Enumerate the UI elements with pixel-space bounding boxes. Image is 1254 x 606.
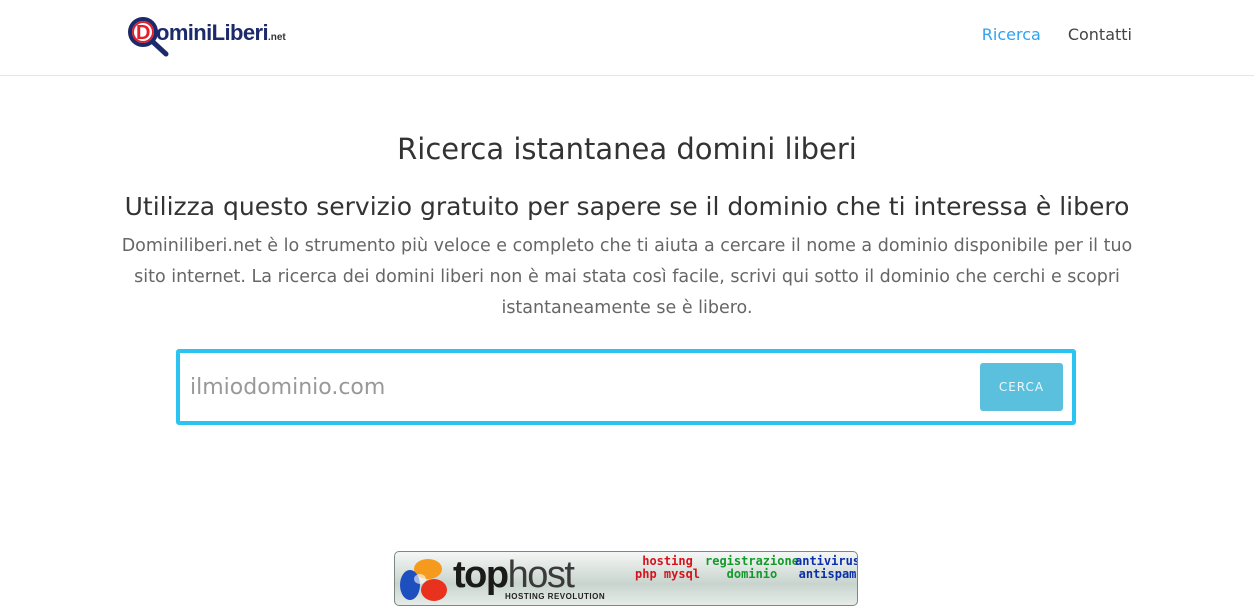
banner-hosting-text: hosting php mysql	[635, 555, 700, 581]
site-header: D ominiLiberi.net Ricerca Contatti	[0, 0, 1254, 76]
banner-registrazione-text: registrazione dominio	[705, 555, 799, 581]
banner-text-line: registrazione	[705, 554, 799, 568]
domain-search-form: CERCA	[176, 349, 1076, 425]
page-title: Ricerca istantanea domini liberi	[397, 132, 857, 166]
banner-text-line: antivirus	[795, 554, 858, 568]
logo-wordmark: ominiLiberi.net	[156, 20, 286, 46]
nav-contatti[interactable]: Contatti	[1068, 25, 1132, 44]
page-description: Dominiliberi.net è lo strumento più velo…	[121, 236, 1133, 318]
banner-brand: tophost	[453, 554, 575, 596]
logo-tld: .net	[267, 32, 286, 43]
tophost-banner[interactable]: tophost HOSTING REVOLUTION hosting php m…	[394, 551, 858, 606]
banner-text-line: antispam	[798, 567, 857, 581]
nav-ricerca[interactable]: Ricerca	[982, 25, 1041, 44]
page-subtitle: Utilizza questo servizio gratuito per sa…	[124, 192, 1130, 221]
logo-initial: D	[136, 22, 150, 44]
brand-light: host	[507, 554, 575, 596]
banner-text-line: php mysql	[635, 567, 701, 581]
search-button[interactable]: CERCA	[980, 363, 1063, 411]
tophost-logo-icon	[400, 559, 447, 601]
brand-bold: top	[453, 554, 509, 596]
main-nav: Ricerca Contatti	[982, 25, 1132, 44]
banner-text-line: dominio	[726, 567, 778, 581]
site-logo[interactable]: D ominiLiberi.net	[126, 14, 301, 58]
banner-text-line: hosting	[642, 554, 693, 568]
banner-tagline: HOSTING REVOLUTION	[505, 592, 606, 601]
domain-search-input[interactable]	[190, 363, 970, 411]
banner-antivirus-text: antivirus antispam	[795, 554, 858, 581]
logo-name: ominiLiberi	[156, 20, 269, 45]
